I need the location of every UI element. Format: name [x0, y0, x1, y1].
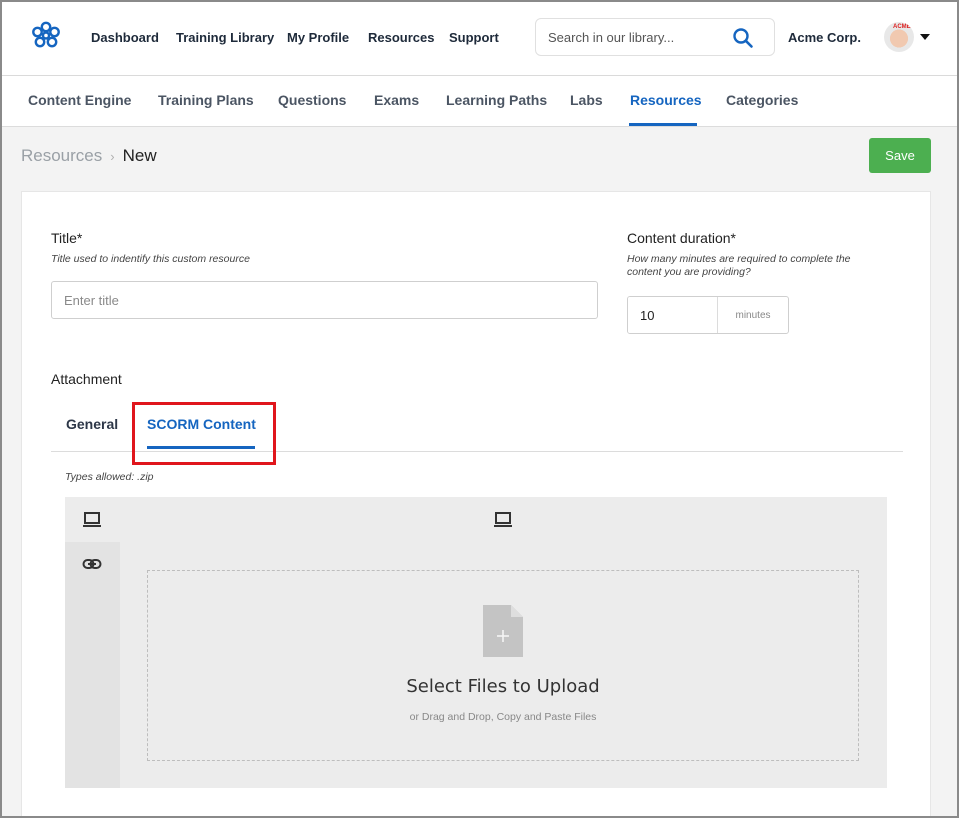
duration-help-line-1: How many minutes are required to complet… — [627, 253, 851, 265]
active-tab-indicator — [629, 123, 697, 126]
duration-field: minutes — [627, 296, 789, 334]
attachment-label: Attachment — [51, 371, 122, 387]
tab-content-engine[interactable]: Content Engine — [28, 92, 131, 108]
tab-learning-paths[interactable]: Learning Paths — [446, 92, 547, 108]
avatar-badge: ACME — [893, 24, 911, 30]
avatar[interactable]: ACME — [884, 22, 914, 52]
top-bar: Dashboard Training Library My Profile Re… — [0, 0, 959, 76]
nav-training-library[interactable]: Training Library — [176, 30, 274, 45]
tab-resources[interactable]: Resources — [630, 92, 702, 108]
breadcrumb: Resources › New — [21, 146, 157, 166]
highlight-box — [132, 402, 276, 465]
computer-source-icon — [494, 512, 512, 527]
link-icon[interactable] — [82, 554, 102, 574]
title-input[interactable] — [51, 281, 598, 319]
types-allowed: Types allowed: .zip — [65, 471, 154, 483]
duration-label: Content duration* — [627, 230, 736, 246]
tab-questions[interactable]: Questions — [278, 92, 346, 108]
tab-labs[interactable]: Labs — [570, 92, 603, 108]
upload-subtitle: or Drag and Drop, Copy and Paste Files — [409, 711, 597, 723]
duration-help: How many minutes are required to complet… — [627, 253, 851, 279]
chevron-down-icon[interactable] — [920, 34, 930, 40]
breadcrumb-separator: › — [110, 149, 115, 164]
title-label: Title* — [51, 230, 83, 246]
computer-icon[interactable] — [82, 510, 102, 530]
tab-general[interactable]: General — [66, 416, 118, 432]
duration-help-line-2: content you are providing? — [627, 266, 751, 278]
nav-resources[interactable]: Resources — [368, 30, 434, 45]
drop-zone[interactable]: Select Files to Upload or Drag and Drop,… — [147, 570, 859, 761]
sub-nav: Content Engine Training Plans Questions … — [0, 76, 959, 127]
breadcrumb-current: New — [122, 146, 157, 165]
breadcrumb-root[interactable]: Resources — [21, 146, 102, 165]
file-uploader: Select Files to Upload or Drag and Drop,… — [65, 497, 887, 788]
file-add-icon[interactable] — [483, 605, 523, 657]
tab-training-plans[interactable]: Training Plans — [158, 92, 254, 108]
duration-input[interactable] — [628, 297, 718, 333]
tab-exams[interactable]: Exams — [374, 92, 419, 108]
search-box — [535, 18, 775, 56]
title-help: Title used to indentify this custom reso… — [51, 253, 250, 265]
nav-my-profile[interactable]: My Profile — [287, 30, 349, 45]
nav-support[interactable]: Support — [449, 30, 499, 45]
tab-categories[interactable]: Categories — [726, 92, 798, 108]
save-button[interactable]: Save — [869, 138, 931, 173]
logo-icon[interactable] — [31, 21, 61, 51]
search-input[interactable] — [548, 27, 728, 47]
uploader-sidebar — [65, 542, 120, 788]
company-name: Acme Corp. — [788, 30, 861, 45]
upload-title: Select Files to Upload — [406, 676, 600, 697]
nav-dashboard[interactable]: Dashboard — [91, 30, 159, 45]
resource-form-card: Title* Title used to indentify this cust… — [21, 191, 931, 818]
search-icon[interactable] — [732, 27, 754, 49]
duration-unit: minutes — [735, 309, 771, 321]
